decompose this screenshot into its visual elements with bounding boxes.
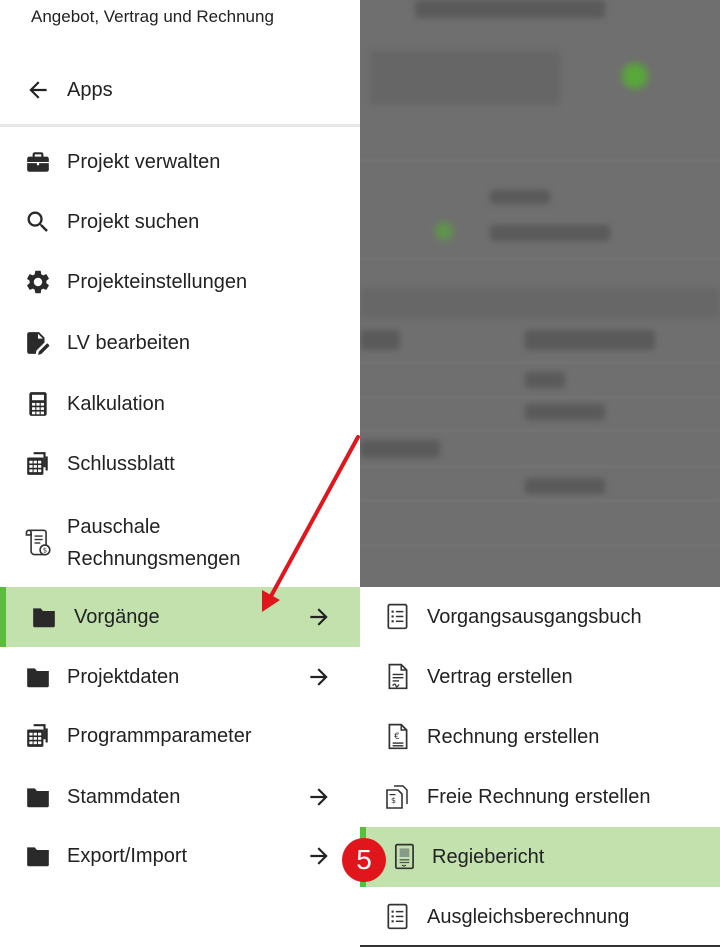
back-to-apps-button[interactable]: Apps xyxy=(0,64,360,116)
sheet-stack-icon xyxy=(24,722,52,750)
menu-item-stammdaten[interactable]: Stammdaten xyxy=(0,767,360,827)
menu-item-projekt-verwalten[interactable]: Projekt verwalten xyxy=(0,132,360,192)
menu-item-projekt-suchen[interactable]: Projekt suchen xyxy=(0,192,360,252)
arrow-right-icon xyxy=(310,668,328,686)
submenu-item-label: Freie Rechnung erstellen xyxy=(427,785,651,808)
sheet-stack-icon xyxy=(24,450,52,478)
menu-item-projekteinstellungen[interactable]: Projekteinstellungen xyxy=(0,252,360,312)
svg-text:$: $ xyxy=(391,796,396,805)
submenu-item-label: Ausgleichsberechnung xyxy=(427,905,630,928)
menu-item-label: Projekteinstellungen xyxy=(67,271,248,293)
menu-item-label: Pauschale Rechnungsmengen xyxy=(67,516,241,570)
submenu-item-freie-rechnung-erstellen[interactable]: $ Freie Rechnung erstellen xyxy=(360,767,720,827)
menu-item-label: Stammdaten xyxy=(67,786,181,808)
menu-item-label: Programmparameter xyxy=(67,725,252,747)
arrow-left-icon xyxy=(29,81,47,99)
divider xyxy=(0,124,360,127)
report-document-icon xyxy=(394,843,414,870)
menu-item-label: Projekt suchen xyxy=(67,211,200,233)
submenu-item-label: Vorgangsausgangsbuch xyxy=(427,605,642,628)
step-number-badge: 5 xyxy=(342,838,386,882)
list-document-icon xyxy=(387,903,408,930)
submenu-item-vorgangsausgangsbuch[interactable]: Vorgangsausgangsbuch xyxy=(360,587,720,647)
navigation-drawer: Angebot, Vertrag und Rechnung Apps Proje… xyxy=(0,0,360,947)
submenu-item-vertrag-erstellen[interactable]: Vertrag erstellen xyxy=(360,647,720,707)
menu-item-label: Schlussblatt xyxy=(67,453,175,475)
menu-item-label: Projekt verwalten xyxy=(67,151,221,173)
calculator-icon xyxy=(24,390,52,418)
app-title: Angebot, Vertrag und Rechnung xyxy=(31,7,274,26)
menu-item-label: Export/Import xyxy=(67,845,188,867)
menu-item-pauschale-rechnungsmengen[interactable]: $ Pauschale Rechnungsmengen xyxy=(0,508,360,578)
search-icon xyxy=(24,208,52,236)
gear-icon xyxy=(24,268,52,296)
background-app-blurred xyxy=(360,0,720,587)
submenu-item-label: Rechnung erstellen xyxy=(427,725,600,748)
list-document-icon xyxy=(387,603,408,630)
submenu-item-ausgleichsberechnung[interactable]: Ausgleichsberechnung xyxy=(360,887,720,947)
menu-item-vorgaenge[interactable]: Vorgänge xyxy=(0,587,360,647)
menu-item-schlussblatt[interactable]: Schlussblatt xyxy=(0,434,360,494)
menu-item-label: LV bearbeiten xyxy=(67,332,191,354)
submenu-item-label: Regiebericht xyxy=(432,845,545,868)
menu-item-label: Projektdaten xyxy=(67,666,180,688)
briefcase-icon xyxy=(24,148,52,176)
svg-text:€: € xyxy=(394,732,399,742)
menu-item-label: Kalkulation xyxy=(67,393,165,415)
arrow-right-icon xyxy=(310,608,328,626)
menu-item-lv-bearbeiten[interactable]: LV bearbeiten xyxy=(0,313,360,373)
back-label: Apps xyxy=(67,78,113,101)
contract-document-icon xyxy=(388,663,408,690)
menu-item-label: Vorgänge xyxy=(74,606,160,628)
submenu-vorgaenge: Vorgangsausgangsbuch Vertrag erstellen €… xyxy=(360,587,720,947)
submenu-item-regiebericht[interactable]: Regiebericht xyxy=(360,827,720,887)
arrow-right-icon xyxy=(310,788,328,806)
folder-icon xyxy=(24,783,52,811)
document-edit-icon xyxy=(24,329,52,357)
euro-document-icon: € xyxy=(388,723,408,750)
folder-icon xyxy=(24,842,52,870)
folder-icon xyxy=(30,603,58,631)
scroll-money-icon: $ xyxy=(24,529,52,557)
menu-item-kalkulation[interactable]: Kalkulation xyxy=(0,374,360,434)
submenu-item-rechnung-erstellen[interactable]: € Rechnung erstellen xyxy=(360,707,720,767)
submenu-item-label: Vertrag erstellen xyxy=(427,665,573,688)
menu-item-programmparameter[interactable]: Programmparameter xyxy=(0,706,360,766)
folder-icon xyxy=(24,663,52,691)
menu-item-projektdaten[interactable]: Projektdaten xyxy=(0,647,360,707)
multi-invoice-icon: $ xyxy=(386,785,408,809)
menu-item-export-import[interactable]: Export/Import xyxy=(0,826,360,886)
arrow-right-icon xyxy=(310,847,328,865)
svg-text:$: $ xyxy=(43,547,47,555)
